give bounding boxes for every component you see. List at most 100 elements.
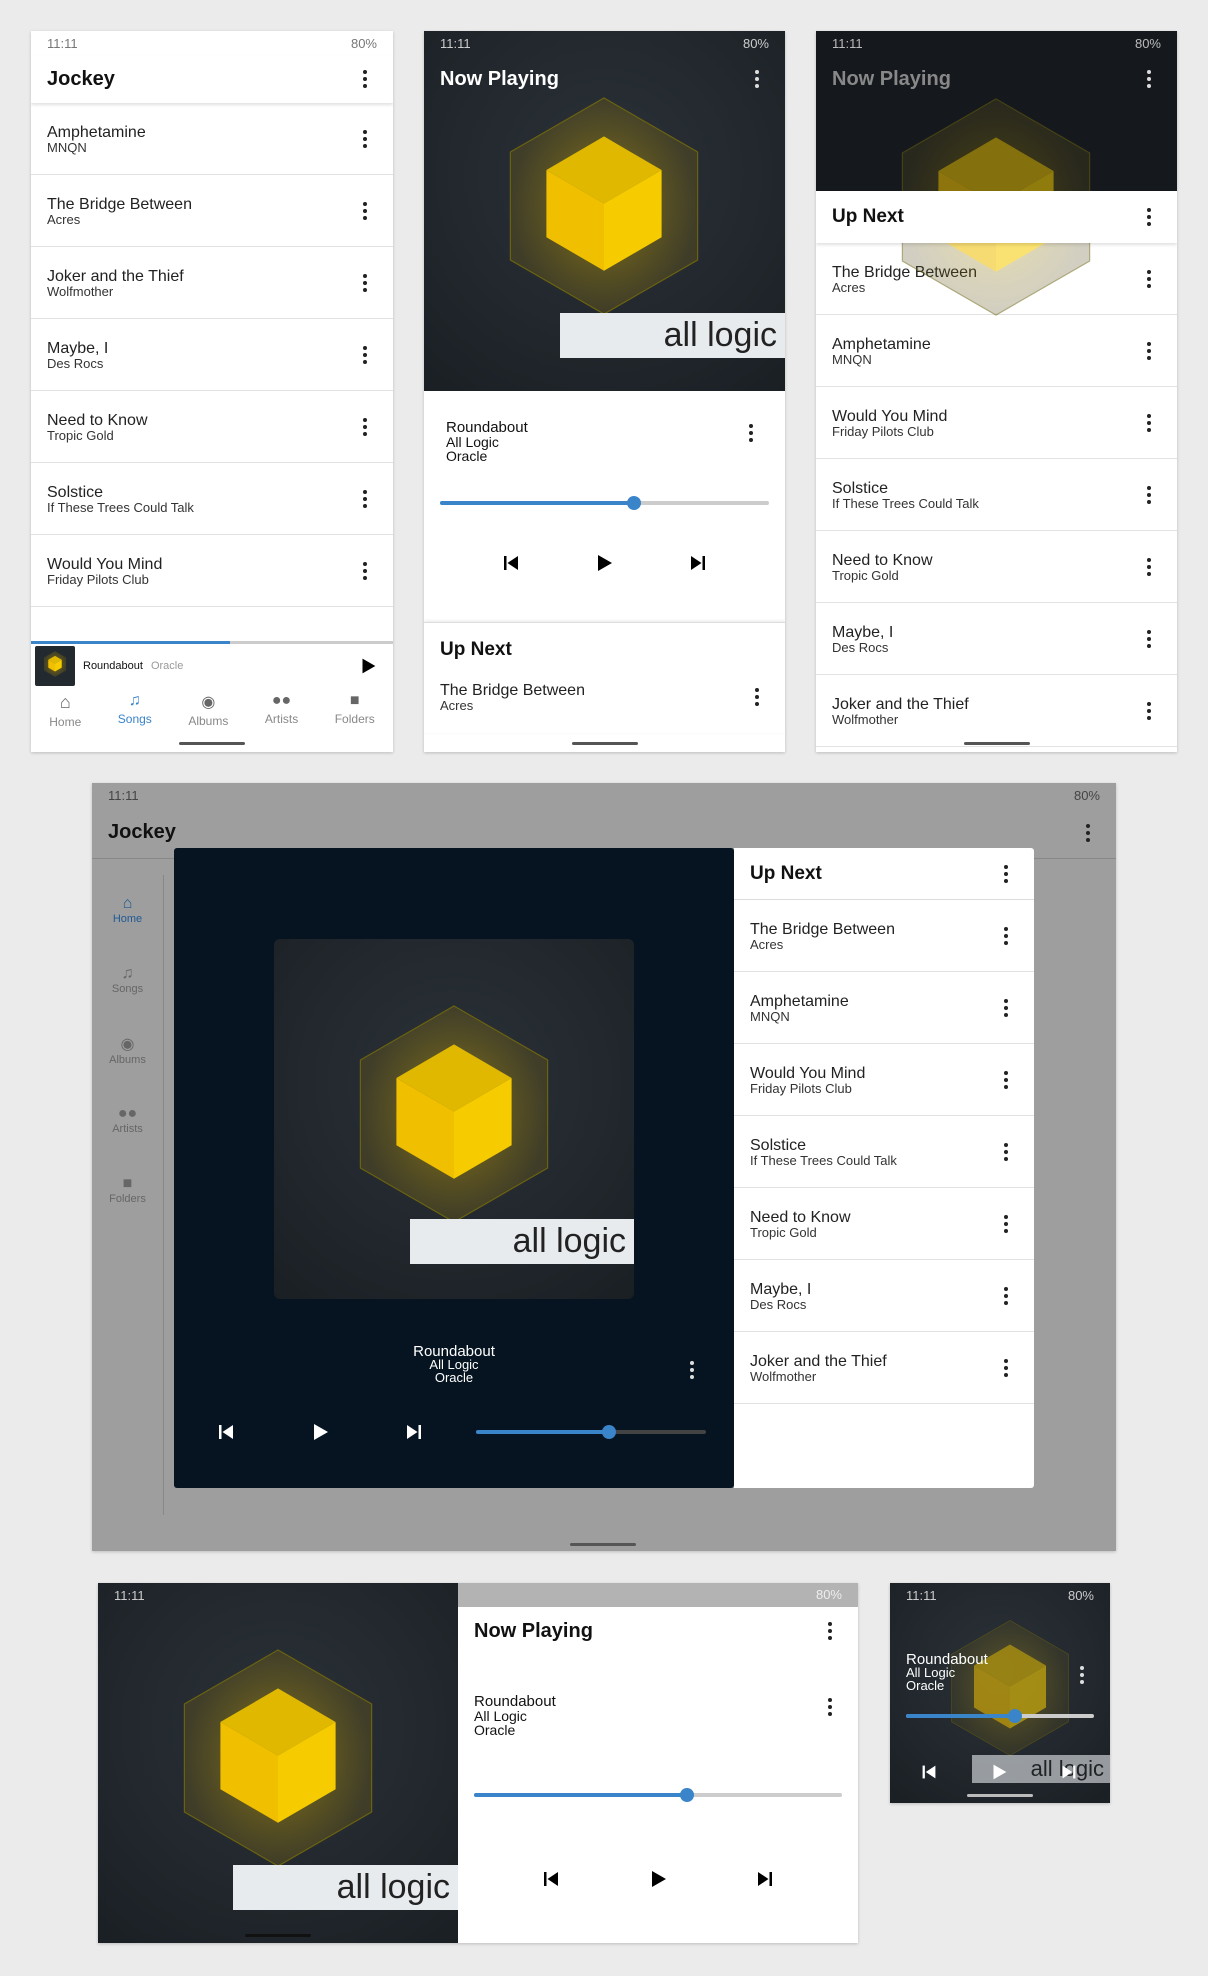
seek-bar[interactable] — [440, 496, 769, 510]
artist-name: Oracle — [446, 448, 488, 464]
item-menu-icon[interactable] — [353, 199, 377, 223]
nav-home[interactable]: ⌂ Home — [49, 692, 81, 729]
queue-menu-icon[interactable] — [994, 862, 1018, 886]
play-icon[interactable] — [988, 1761, 1010, 1783]
item-menu-icon[interactable] — [353, 415, 377, 439]
item-menu-icon[interactable] — [994, 1284, 1018, 1308]
item-menu-icon[interactable] — [1137, 267, 1161, 291]
list-item[interactable]: Need to Know Tropic Gold — [816, 531, 1177, 603]
artists-icon: ●● — [117, 1105, 138, 1122]
item-artist: If These Trees Could Talk — [47, 499, 194, 515]
list-item[interactable]: The Bridge Between Acres — [424, 661, 785, 733]
seek-bar[interactable] — [906, 1709, 1094, 1723]
nav-rail-item[interactable]: ⌂ Home — [92, 875, 163, 945]
list-item[interactable]: The Bridge Between Acres — [734, 900, 1034, 972]
nav-songs[interactable]: ♫ Songs — [118, 692, 152, 729]
seek-knob[interactable] — [627, 496, 642, 510]
list-item[interactable]: Need to Know Tropic Gold — [31, 391, 393, 463]
item-menu-icon[interactable] — [353, 487, 377, 511]
skip-previous-icon[interactable] — [214, 1420, 238, 1444]
seek-bar[interactable] — [474, 1788, 842, 1802]
item-artist: Wolfmother — [750, 1368, 817, 1384]
skip-next-icon[interactable] — [1058, 1761, 1080, 1783]
list-item[interactable]: Maybe, I Des Rocs — [734, 1260, 1034, 1332]
nav-albums[interactable]: ◉ Albums — [188, 692, 228, 729]
list-item[interactable]: Amphetamine MNQN — [734, 972, 1034, 1044]
list-item[interactable]: Amphetamine MNQN — [31, 103, 393, 175]
nav-artists[interactable]: ●● Artists — [265, 692, 298, 729]
seek-bar[interactable] — [476, 1425, 706, 1439]
nav-rail-item[interactable]: ●● Artists — [92, 1085, 163, 1155]
play-icon[interactable] — [308, 1420, 332, 1444]
list-item[interactable]: Solstice If These Trees Could Talk — [31, 463, 393, 535]
item-title: Solstice — [750, 1136, 807, 1154]
item-menu-icon[interactable] — [353, 559, 377, 583]
item-menu-icon[interactable] — [994, 1356, 1018, 1380]
nav-rail-item[interactable]: ◉ Albums — [92, 1015, 163, 1085]
item-title: Would You Mind — [832, 407, 948, 425]
list-item[interactable]: Maybe, I Des Rocs — [816, 603, 1177, 675]
play-icon[interactable] — [592, 551, 616, 575]
overflow-menu-icon[interactable] — [745, 67, 769, 91]
album-art: all logic — [274, 939, 634, 1299]
battery-level: 80% — [742, 35, 769, 51]
item-menu-icon[interactable] — [994, 1140, 1018, 1164]
list-item[interactable]: Would You Mind Friday Pilots Club — [31, 535, 393, 607]
track-menu-icon[interactable] — [818, 1695, 842, 1719]
skip-next-icon[interactable] — [686, 551, 710, 575]
nav-rail-item[interactable]: ■ Folders — [92, 1155, 163, 1225]
overflow-menu-icon[interactable] — [1076, 821, 1100, 845]
item-menu-icon[interactable] — [994, 996, 1018, 1020]
list-item[interactable]: The Bridge Between Acres — [31, 175, 393, 247]
item-menu-icon[interactable] — [353, 271, 377, 295]
track-menu-icon[interactable] — [739, 421, 763, 445]
play-icon[interactable] — [646, 1867, 670, 1891]
list-item[interactable]: Joker and the Thief Wolfmother — [31, 247, 393, 319]
list-item[interactable]: Solstice If These Trees Could Talk — [734, 1116, 1034, 1188]
item-title: Amphetamine — [832, 335, 931, 353]
item-menu-icon[interactable] — [1137, 699, 1161, 723]
item-menu-icon[interactable] — [745, 685, 769, 709]
skip-previous-icon[interactable] — [499, 551, 523, 575]
list-item[interactable]: Solstice If These Trees Could Talk — [816, 459, 1177, 531]
skip-previous-icon[interactable] — [539, 1867, 563, 1891]
list-item[interactable]: Would You Mind Friday Pilots Club — [734, 1044, 1034, 1116]
item-menu-icon[interactable] — [1137, 339, 1161, 363]
nav-rail-item[interactable]: ♫ Songs — [92, 945, 163, 1015]
item-artist: Tropic Gold — [47, 427, 114, 443]
item-menu-icon[interactable] — [1137, 411, 1161, 435]
up-next-title: Up Next — [440, 639, 512, 660]
list-item[interactable]: Joker and the Thief Wolfmother — [816, 675, 1177, 747]
play-icon[interactable] — [357, 655, 379, 677]
item-menu-icon[interactable] — [1137, 555, 1161, 579]
overflow-menu-icon[interactable] — [818, 1619, 842, 1643]
item-artist: Des Rocs — [832, 639, 889, 655]
skip-next-icon[interactable] — [402, 1420, 426, 1444]
track-menu-icon[interactable] — [680, 1358, 704, 1382]
mini-player[interactable]: Roundabout Oracle — [31, 644, 393, 688]
list-item[interactable]: Would You Mind Friday Pilots Club — [816, 387, 1177, 459]
item-menu-icon[interactable] — [353, 127, 377, 151]
list-item[interactable]: Maybe, I Des Rocs — [31, 319, 393, 391]
queue-menu-icon[interactable] — [1137, 205, 1161, 229]
item-menu-icon[interactable] — [1137, 627, 1161, 651]
item-artist: MNQN — [750, 1008, 790, 1024]
list-item[interactable]: Need to Know Tropic Gold — [734, 1188, 1034, 1260]
item-menu-icon[interactable] — [994, 924, 1018, 948]
overflow-menu-icon[interactable] — [1137, 67, 1161, 91]
skip-previous-icon[interactable] — [918, 1761, 940, 1783]
cube-art — [484, 86, 724, 326]
status-bar: 11:11 80% — [31, 31, 393, 55]
nav-folders[interactable]: ■ Folders — [335, 692, 375, 729]
item-menu-icon[interactable] — [1137, 483, 1161, 507]
item-title: The Bridge Between — [47, 195, 192, 213]
item-menu-icon[interactable] — [353, 343, 377, 367]
item-menu-icon[interactable] — [994, 1212, 1018, 1236]
item-artist: Acres — [750, 936, 784, 952]
item-menu-icon[interactable] — [994, 1068, 1018, 1092]
track-menu-icon[interactable] — [1070, 1663, 1094, 1687]
overflow-menu-icon[interactable] — [353, 67, 377, 91]
list-item[interactable]: Joker and the Thief Wolfmother — [734, 1332, 1034, 1404]
item-title: Maybe, I — [832, 623, 894, 641]
skip-next-icon[interactable] — [753, 1867, 777, 1891]
